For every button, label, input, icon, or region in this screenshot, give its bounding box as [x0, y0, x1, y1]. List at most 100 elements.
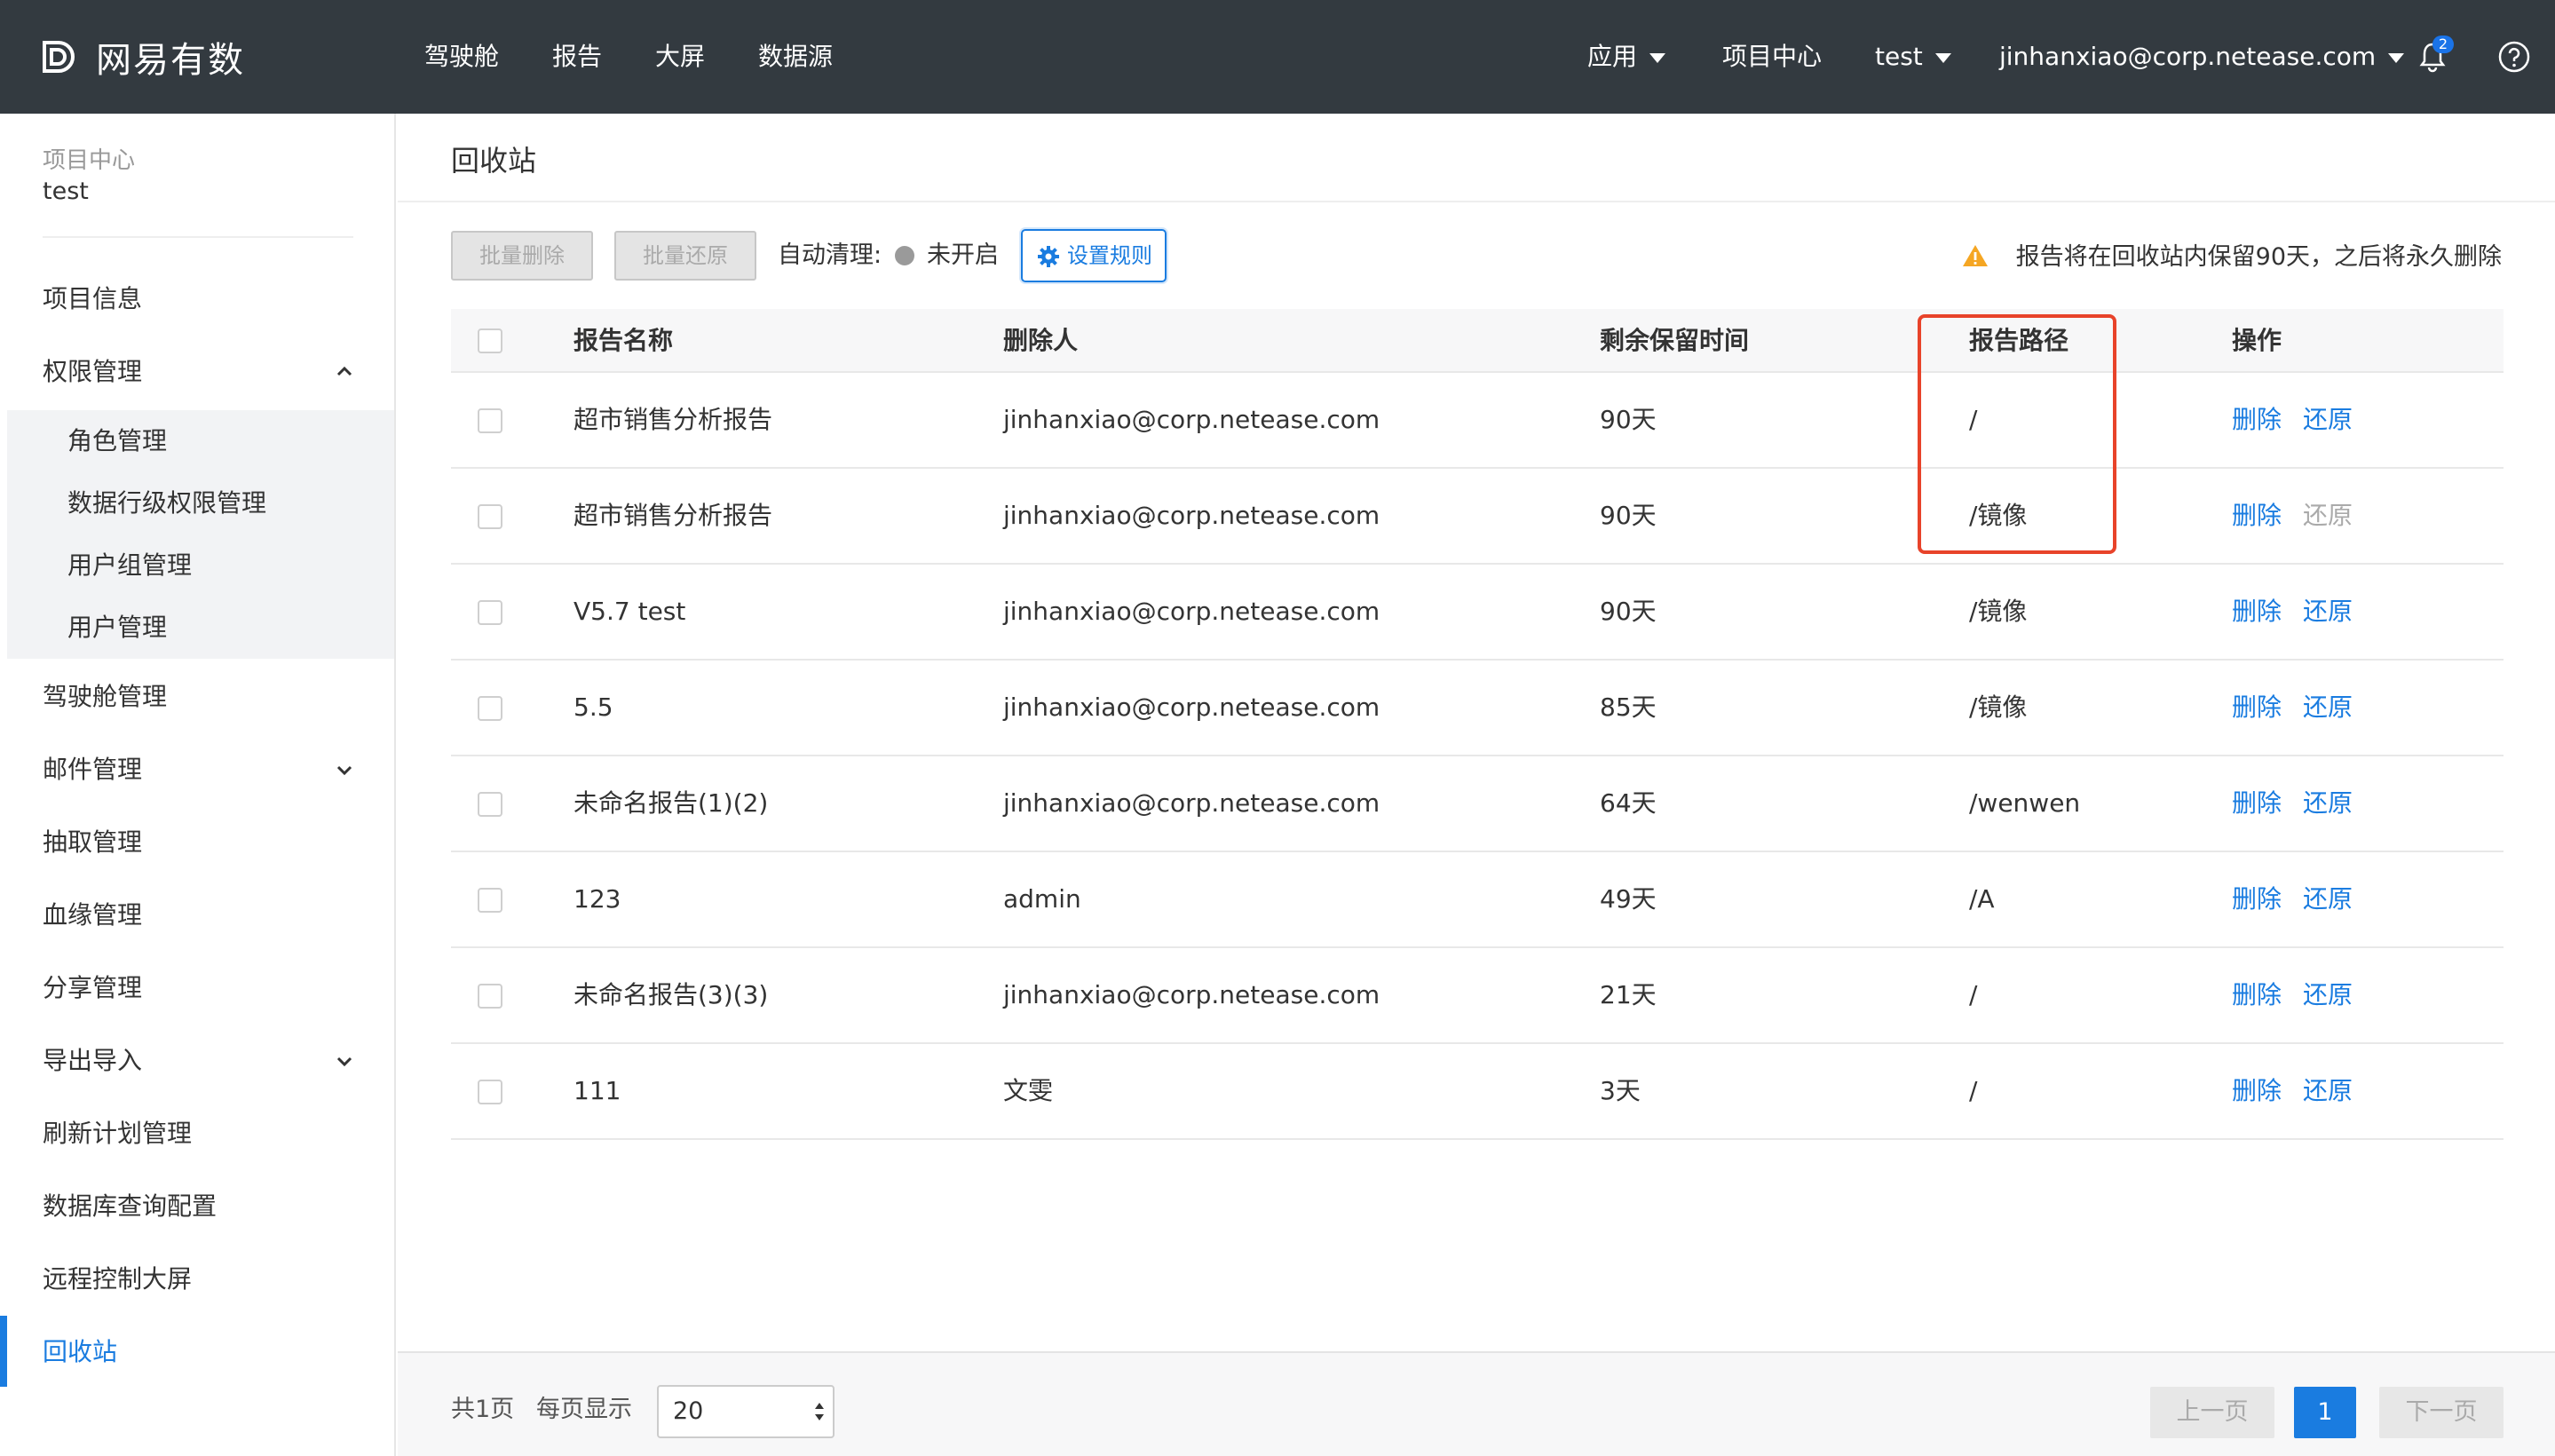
- row-checkbox[interactable]: [478, 408, 502, 433]
- sidebar-item-export-import[interactable]: 导出导入: [0, 1028, 394, 1094]
- sidebar-item-cockpit-management[interactable]: 驾驶舱管理: [0, 664, 394, 730]
- report-path: /: [1969, 1076, 1978, 1105]
- report-path: /A: [1969, 884, 1995, 914]
- project-switcher[interactable]: test: [1875, 39, 1951, 75]
- table-row: V5.7 test jinhanxiao@corp.netease.com 90天 /…: [451, 565, 2504, 661]
- chevron-down-icon: [334, 1028, 355, 1094]
- delete-link[interactable]: 删除: [2232, 565, 2282, 659]
- sidebar-item-label: 用户组管理: [67, 550, 193, 580]
- report-path: /镜像: [1969, 597, 2028, 626]
- restore-link[interactable]: 还原: [2303, 1044, 2353, 1138]
- next-page-button[interactable]: 下一页: [2379, 1387, 2504, 1438]
- delete-link[interactable]: 删除: [2232, 373, 2282, 467]
- sidebar-item-label: 项目信息: [43, 284, 143, 313]
- caret-down-icon: [1649, 52, 1666, 63]
- report-path: /镜像: [1969, 692, 2028, 722]
- sidebar-item-label: 血缘管理: [43, 900, 143, 930]
- nav-project-center[interactable]: 项目中心: [1722, 39, 1822, 75]
- sidebar-project-label: 项目中心: [43, 147, 136, 174]
- restore-link[interactable]: 还原: [2303, 852, 2353, 946]
- sidebar-item-recycle-bin[interactable]: 回收站: [0, 1319, 394, 1385]
- row-checkbox[interactable]: [478, 984, 502, 1009]
- title-divider: [398, 201, 2555, 202]
- nav-bigscreen[interactable]: 大屏: [655, 39, 705, 75]
- row-checkbox[interactable]: [478, 504, 502, 529]
- row-checkbox[interactable]: [478, 792, 502, 817]
- row-checkbox[interactable]: [478, 696, 502, 721]
- sidebar-item-permissions[interactable]: 权限管理: [0, 339, 394, 405]
- sidebar-divider: [43, 236, 353, 238]
- restore-link[interactable]: 还原: [2303, 756, 2353, 851]
- report-name: 未命名报告(1)(2): [573, 788, 769, 818]
- row-checkbox[interactable]: [478, 600, 502, 625]
- delete-link[interactable]: 删除: [2232, 661, 2282, 755]
- apps-menu[interactable]: 应用: [1587, 39, 1666, 75]
- page-1-button[interactable]: 1: [2294, 1387, 2356, 1438]
- remaining-time: 90天: [1600, 501, 1657, 530]
- sidebar-item-mail-management[interactable]: 邮件管理: [0, 737, 394, 803]
- remaining-time: 90天: [1600, 405, 1657, 434]
- prev-page-button[interactable]: 上一页: [2150, 1387, 2274, 1438]
- total-pages: 共1页: [451, 1396, 515, 1423]
- deleter: admin: [1003, 884, 1081, 914]
- sidebar-item-project-info[interactable]: 项目信息: [0, 266, 394, 332]
- restore-link[interactable]: 还原: [2303, 565, 2353, 659]
- table-row: 未命名报告(3)(3) jinhanxiao@corp.netease.com 21…: [451, 948, 2504, 1044]
- sidebar-item-roles[interactable]: 角色管理: [7, 410, 394, 472]
- sidebar-item-label: 驾驶舱管理: [43, 682, 168, 711]
- restore-link: 还原: [2303, 501, 2353, 530]
- restore-link[interactable]: 还原: [2303, 948, 2353, 1042]
- delete-link[interactable]: 删除: [2232, 948, 2282, 1042]
- sidebar-item-label: 导出导入: [43, 1046, 143, 1075]
- restore-link[interactable]: 还原: [2303, 661, 2353, 755]
- top-navigation-bar: 网易有数 驾驶舱 报告 大屏 数据源 应用 项目中心 test jinhanxi…: [0, 0, 2555, 114]
- gear-icon: [1038, 246, 1059, 267]
- nav-reports[interactable]: 报告: [552, 39, 602, 75]
- sidebar-item-users[interactable]: 用户管理: [7, 597, 394, 659]
- sidebar-item-user-groups[interactable]: 用户组管理: [7, 534, 394, 597]
- deleter: jinhanxiao@corp.netease.com: [1003, 405, 1380, 434]
- youshu-logo-icon: [43, 41, 75, 73]
- deleter: jinhanxiao@corp.netease.com: [1003, 980, 1380, 1009]
- deleter: jinhanxiao@corp.netease.com: [1003, 692, 1380, 722]
- help-icon[interactable]: [2496, 39, 2532, 75]
- report-path: /镜像: [1969, 501, 2028, 530]
- sidebar-item-extract-management[interactable]: 抽取管理: [0, 810, 394, 875]
- sidebar-item-db-query-config[interactable]: 数据库查询配置: [0, 1174, 394, 1239]
- column-header-name: 报告名称: [573, 326, 674, 355]
- table-row: 111 文雯 3天 / 删除 还原: [451, 1044, 2504, 1140]
- row-checkbox[interactable]: [478, 888, 502, 913]
- delete-link[interactable]: 删除: [2232, 756, 2282, 851]
- sidebar-item-lineage-management[interactable]: 血缘管理: [0, 882, 394, 948]
- delete-link[interactable]: 删除: [2232, 1044, 2282, 1138]
- batch-delete-button[interactable]: 批量删除: [451, 231, 593, 281]
- sidebar-item-label: 权限管理: [43, 357, 143, 386]
- sidebar-item-row-permissions[interactable]: 数据行级权限管理: [7, 472, 394, 534]
- restore-link[interactable]: 还原: [2303, 373, 2353, 467]
- sidebar-item-refresh-plan[interactable]: 刷新计划管理: [0, 1101, 394, 1167]
- deleter: 文雯: [1003, 1076, 1054, 1105]
- row-checkbox[interactable]: [478, 1080, 502, 1104]
- page-size-select[interactable]: 20: [657, 1385, 835, 1438]
- sidebar-item-share-management[interactable]: 分享管理: [0, 955, 394, 1021]
- user-email: jinhanxiao@corp.netease.com: [1999, 42, 2377, 71]
- delete-link[interactable]: 删除: [2232, 852, 2282, 946]
- sidebar-item-label: 用户管理: [67, 613, 168, 642]
- sidebar-item-label: 分享管理: [43, 973, 143, 1002]
- set-rule-button[interactable]: 设置规则: [1021, 229, 1167, 282]
- caret-down-icon: [2388, 52, 2405, 63]
- user-menu[interactable]: jinhanxiao@corp.netease.com: [1999, 39, 2405, 75]
- select-all-checkbox[interactable]: [478, 328, 502, 353]
- sidebar-item-label: 数据库查询配置: [43, 1191, 218, 1221]
- nav-datasource[interactable]: 数据源: [758, 39, 833, 75]
- sidebar-item-label: 远程控制大屏: [43, 1264, 193, 1294]
- report-name: 未命名报告(3)(3): [573, 980, 769, 1009]
- nav-cockpit[interactable]: 驾驶舱: [424, 39, 499, 75]
- sidebar-item-label: 角色管理: [67, 426, 168, 455]
- report-name: 123: [573, 884, 621, 914]
- brand-logo[interactable]: 网易有数: [39, 34, 245, 81]
- sidebar-item-remote-screen[interactable]: 远程控制大屏: [0, 1246, 394, 1312]
- delete-link[interactable]: 删除: [2232, 469, 2282, 563]
- report-name: 超市销售分析报告: [573, 405, 773, 434]
- batch-restore-button[interactable]: 批量还原: [614, 231, 756, 281]
